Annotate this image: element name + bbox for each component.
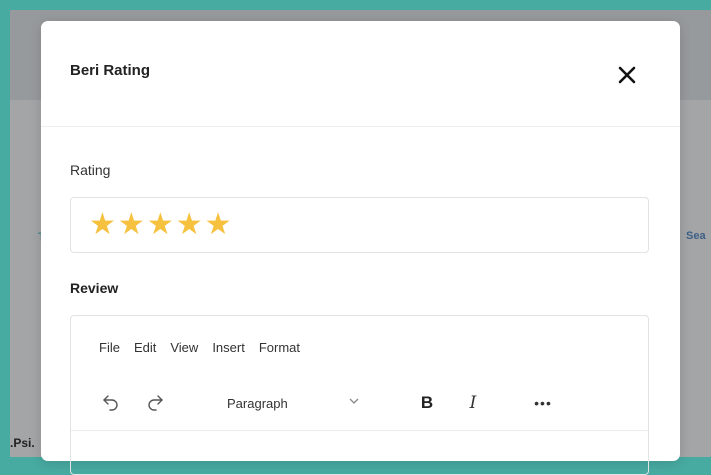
menu-edit[interactable]: Edit — [134, 340, 156, 355]
block-format-value: Paragraph — [227, 395, 288, 411]
menu-insert[interactable]: Insert — [212, 340, 245, 355]
background-link-right: Sea — [686, 230, 706, 242]
undo-button[interactable] — [99, 388, 123, 418]
block-format-select[interactable]: Paragraph — [207, 386, 359, 420]
star-icon-3[interactable]: ★ — [147, 210, 174, 240]
close-button[interactable] — [609, 57, 645, 93]
bold-button[interactable]: B — [415, 388, 439, 418]
redo-button[interactable] — [143, 388, 167, 418]
close-icon — [618, 66, 636, 84]
review-editor[interactable]: File Edit View Insert Format Paragraph B… — [70, 315, 649, 475]
star-icon-2[interactable]: ★ — [118, 210, 145, 240]
review-label: Review — [70, 280, 119, 296]
rating-modal: Beri Rating Rating ★ ★ ★ ★ ★ Review File… — [41, 21, 680, 475]
background-text-bottom: .Psi. — [10, 436, 35, 450]
modal-title: Beri Rating — [70, 62, 151, 79]
menu-view[interactable]: View — [170, 340, 198, 355]
rating-label: Rating — [70, 162, 111, 178]
modal-header: Beri Rating — [41, 21, 680, 127]
menu-format[interactable]: Format — [259, 340, 300, 355]
editor-divider — [71, 430, 648, 431]
star-rating-input[interactable]: ★ ★ ★ ★ ★ — [70, 197, 649, 253]
star-icon-1[interactable]: ★ — [89, 210, 116, 240]
editor-toolbar: Paragraph B I ••• — [99, 388, 639, 418]
chevron-down-icon — [349, 398, 359, 404]
editor-menubar: File Edit View Insert Format — [99, 340, 314, 355]
redo-icon — [148, 395, 163, 411]
menu-file[interactable]: File — [99, 340, 120, 355]
undo-icon — [103, 395, 118, 411]
more-options-button[interactable]: ••• — [529, 388, 557, 418]
star-icon-5[interactable]: ★ — [205, 210, 232, 240]
star-icon-4[interactable]: ★ — [176, 210, 203, 240]
italic-button[interactable]: I — [461, 388, 485, 418]
